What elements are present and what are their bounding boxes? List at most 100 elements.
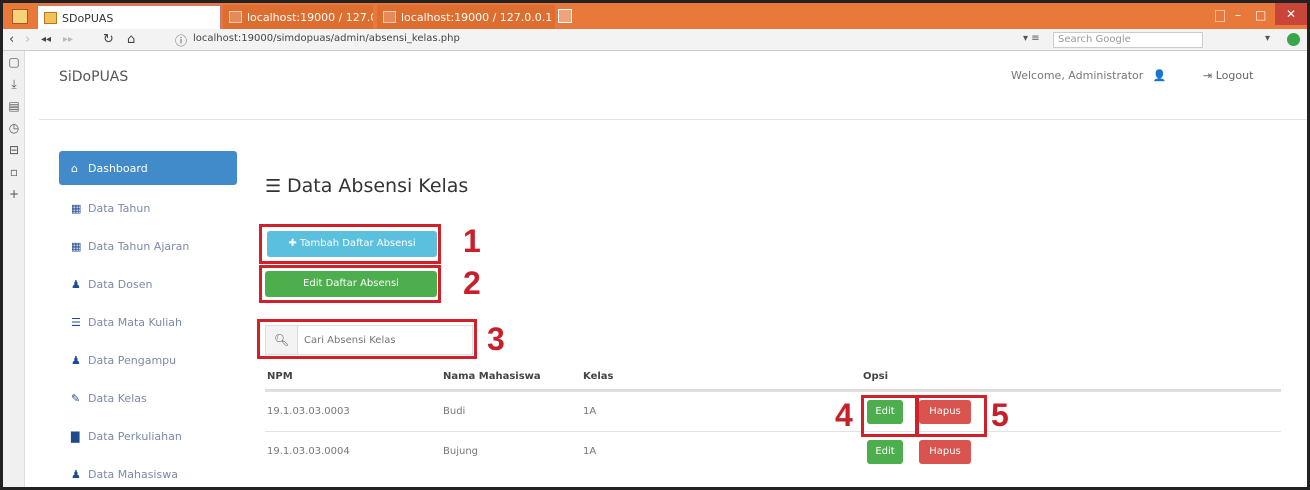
sidebar-item-data-kelas[interactable]: ✎ Data Kelas [59,379,237,417]
address-bar-url[interactable]: localhost:19000/simdopuas/admin/absensi_… [193,33,460,44]
browser-tab-active[interactable]: SDoPUAS [37,5,221,29]
sidebar-item-label: Data Tahun [88,201,151,215]
home-icon: ⌂ [71,161,78,175]
sidebar-item-label: Data Dosen [88,277,153,291]
table-header-row: NPM Nama Mahasiswa Kelas Opsi [265,361,1281,391]
annotation-number-1: 1 [463,223,481,259]
add-panel-icon[interactable]: + [3,183,25,205]
annotation-box-1 [259,224,441,264]
welcome-text: Welcome, Administrator [1011,69,1144,82]
annotation-number-5: 5 [991,397,1009,433]
sidebar: ⌂ Dashboard ▦ Data Tahun ▦ Data Tahun Aj… [59,151,237,487]
sidebar-item-label: Data Mahasiswa [88,467,178,481]
annotation-number-4: 4 [835,397,853,433]
sidebar-item-data-tahun-ajaran[interactable]: ▦ Data Tahun Ajaran [59,227,237,265]
favicon-icon [229,11,242,23]
logout-icon: ⇥ [1203,69,1213,82]
cell-kelas: 1A [583,406,597,417]
tab-label: SDoPUAS [62,12,114,25]
favicon-icon [383,11,396,23]
minimize-button[interactable]: – [1235,8,1241,22]
sidebar-item-data-pengampu[interactable]: ♟ Data Pengampu [59,341,237,379]
search-dropdown-icon[interactable]: ▾ [1265,33,1270,44]
column-header-kelas: Kelas [583,371,614,382]
cell-npm: 19.1.03.03.0004 [267,446,350,457]
delete-row-button[interactable]: Hapus [919,440,971,464]
sidebar-item-data-mahasiswa[interactable]: ♟ Data Mahasiswa [59,455,237,487]
maximize-button[interactable]: □ [1255,8,1266,22]
user-icon: ♟ [71,467,81,481]
cell-npm: 19.1.03.03.0003 [267,406,350,417]
last-page-icon[interactable]: ▸▸ [63,32,73,48]
edit-row-button[interactable]: Edit [867,440,903,464]
first-page-icon[interactable]: ◂◂ [41,32,51,48]
reload-icon[interactable]: ↻ [103,32,114,48]
user-icon: ♟ [71,353,81,367]
back-arrow-icon[interactable]: ‹ [9,32,14,48]
search-engine-field[interactable]: Search Google [1053,32,1203,48]
browser-logo-icon [12,9,28,24]
forward-arrow-icon[interactable]: › [25,32,30,48]
sidebar-toggle-icon[interactable] [1215,10,1225,22]
tab-label: localhost:19000 / 127.0.0.1 [247,11,373,24]
cell-nama: Budi [443,406,466,417]
notes-icon[interactable]: ▤ [3,95,25,117]
list-icon: ☰ [71,315,81,329]
browser-tab[interactable]: localhost:19000 / 127.0.0.1 [377,5,555,29]
search-engine-placeholder: Search Google [1058,34,1131,45]
home-icon[interactable]: ⌂ [127,32,135,48]
new-tab-button[interactable] [558,9,572,23]
annotation-box-2 [259,265,441,303]
sidebar-item-dashboard[interactable]: ⌂ Dashboard [59,151,237,185]
sidebar-item-data-perkuliahan[interactable]: ▇ Data Perkuliahan [59,417,237,455]
welcome-message[interactable]: Welcome, Administrator 👤 [1011,69,1167,82]
sidebar-item-data-dosen[interactable]: ♟ Data Dosen [59,265,237,303]
screenshot-frame: SDoPUAS localhost:19000 / 127.0.0.1 loca… [0,0,1310,490]
annotation-box-5 [915,395,987,437]
annotation-number-3: 3 [487,321,505,357]
sidebar-item-label: Data Mata Kuliah [88,315,183,329]
extension-icon[interactable] [1287,33,1300,46]
tabs-icon[interactable]: ⊟ [3,139,25,161]
address-dropdown-icon[interactable]: ▾ ≡ [1023,33,1040,44]
page-title: ☰ Data Absensi Kelas [265,175,468,197]
column-header-opsi: Opsi [863,371,889,382]
calendar-icon: ▦ [71,239,82,253]
tab-label: localhost:19000 / 127.0.0.1 [401,11,553,24]
logout-label: Logout [1215,69,1254,82]
bookmark-icon[interactable]: ▢ [3,51,25,73]
site-brand[interactable]: SiDoPUAS [59,69,128,85]
sidebar-item-data-tahun[interactable]: ▦ Data Tahun [59,189,237,227]
column-header-npm: NPM [267,371,293,382]
list-icon: ☰ [265,176,282,197]
sidebar-item-label: Data Pengampu [88,353,177,367]
sidebar-item-label: Data Perkuliahan [88,429,182,443]
browser-tab[interactable]: localhost:19000 / 127.0.0.1 [223,5,373,29]
download-icon[interactable]: ⤓ [3,73,25,95]
annotation-box-3 [257,319,477,359]
calendar-icon: ▦ [71,201,82,215]
column-header-nama: Nama Mahasiswa [443,371,541,382]
sidebar-item-label: Data Kelas [88,391,147,405]
browser-side-toolbar: ▢ ⤓ ▤ ◷ ⊟ ▫ + [3,51,25,487]
document-icon[interactable]: ▫ [3,161,25,183]
table-row: 19.1.03.03.0004 Bujung 1A Edit Hapus [265,431,1281,471]
history-icon[interactable]: ◷ [3,117,25,139]
annotation-box-4 [861,395,919,437]
annotation-number-2: 2 [463,265,481,301]
pencil-icon: ✎ [71,391,81,405]
user-icon: ♟ [71,277,81,291]
table-row: 19.1.03.03.0003 Budi 1A Edit Hapus [265,391,1281,431]
favicon-icon [44,12,57,24]
browser-navigation-bar: ‹ › ◂◂ ▸▸ ↻ ⌂ ⓘ localhost:19000/simdopua… [3,29,1307,51]
book-icon: ▇ [71,429,80,443]
cell-nama: Bujung [443,446,478,457]
sidebar-item-data-mata-kuliah[interactable]: ☰ Data Mata Kuliah [59,303,237,341]
site-info-icon[interactable]: ⓘ [175,32,187,49]
header-divider [39,119,1307,120]
logout-link[interactable]: ⇥ Logout [1203,69,1253,82]
user-icon: 👤 [1152,69,1167,82]
sidebar-item-label: Data Tahun Ajaran [88,239,190,253]
close-window-button[interactable]: ✕ [1275,3,1307,25]
cell-kelas: 1A [583,446,597,457]
